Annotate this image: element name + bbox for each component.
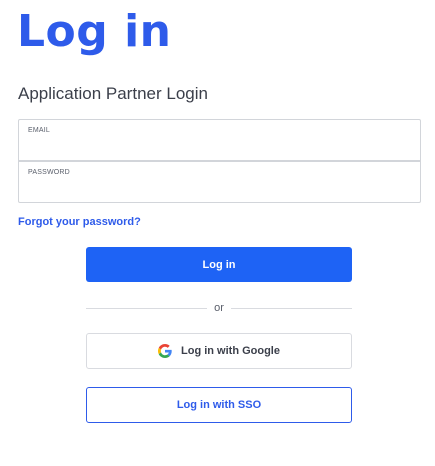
sso-login-button[interactable]: Log in with SSO [86,387,352,423]
google-login-button[interactable]: Log in with Google [86,333,352,369]
login-page: Log in Application Partner Login EMAIL P… [0,0,435,466]
google-login-label: Log in with Google [181,345,280,357]
divider-line-right [230,307,352,309]
or-divider: or [86,300,352,316]
divider-text: or [214,302,224,314]
email-field[interactable]: EMAIL [18,119,421,161]
email-input[interactable] [28,138,408,156]
google-icon [158,344,172,358]
password-field[interactable]: PASSWORD [18,161,421,203]
forgot-password-link[interactable]: Forgot your password? [18,215,141,229]
page-title: Log in [17,6,172,57]
page-subtitle: Application Partner Login [18,84,208,103]
login-button[interactable]: Log in [86,247,352,282]
email-label: EMAIL [28,127,51,134]
password-input[interactable] [28,180,408,198]
divider-line-left [86,307,208,309]
password-label: PASSWORD [28,169,70,176]
